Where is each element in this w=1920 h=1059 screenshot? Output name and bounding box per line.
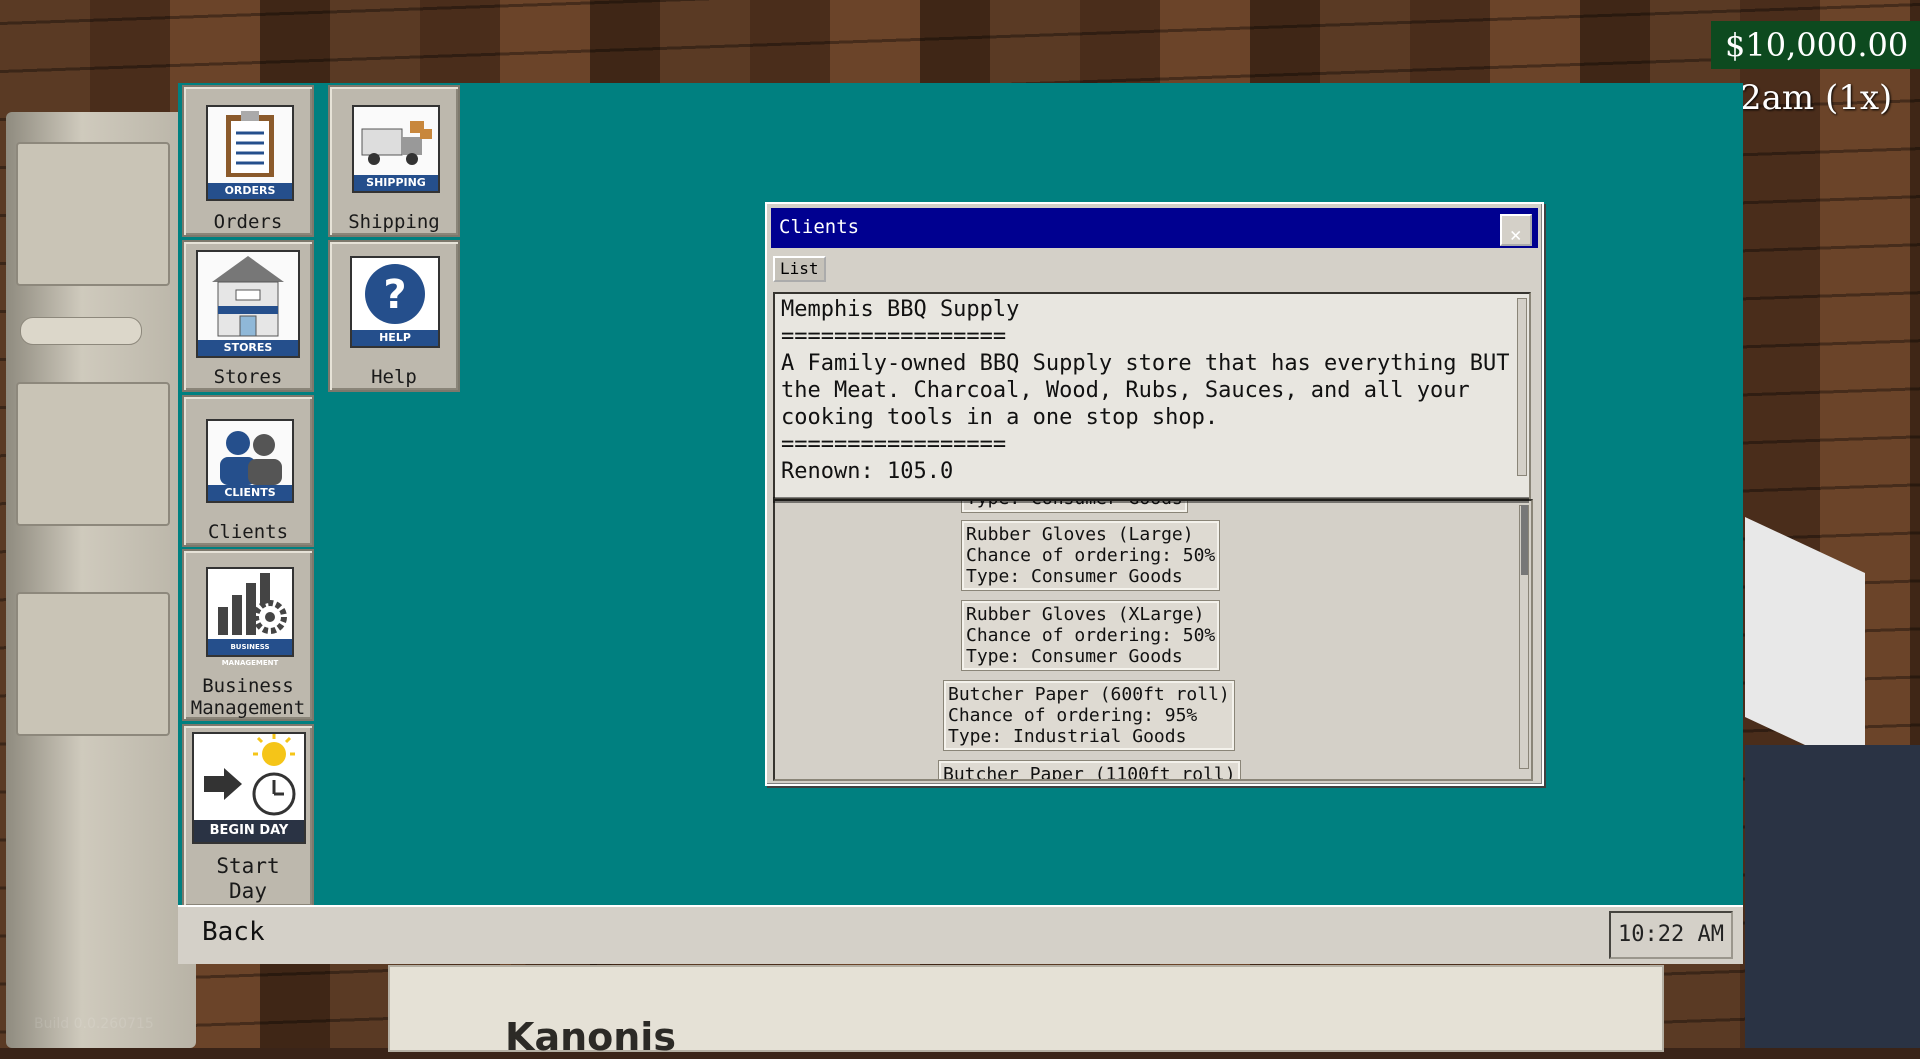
drive-bay — [16, 382, 170, 526]
drive-bay — [16, 142, 170, 286]
product-name: Butcher Paper (600ft roll) — [948, 684, 1230, 705]
list-item: Butcher Paper (1100ft roll) — [938, 760, 1241, 781]
product-chance: Chance of ordering: 50% — [966, 545, 1216, 566]
product-type: Type: Consumer Goods — [966, 646, 1183, 667]
shipping-label: Shipping — [348, 211, 440, 233]
client-description: Memphis BBQ Supply ================= A Fam… — [781, 296, 1511, 485]
stores-app-icon[interactable]: STORES Stores — [182, 240, 314, 392]
money-display: $10,000.00 — [1711, 21, 1920, 69]
clipboard-icon: ORDERS — [206, 105, 294, 201]
taskbar: Back 10:22 AM — [178, 905, 1743, 964]
clients-app-icon[interactable]: CLIENTS Clients — [182, 395, 314, 547]
list-item: Butcher Paper (600ft roll) Chance of orde… — [943, 680, 1235, 751]
window-title: Clients — [779, 216, 860, 238]
desk-edge — [1745, 745, 1920, 1048]
begin-day-icon: BEGIN DAY — [192, 732, 306, 844]
back-button[interactable]: Back — [202, 917, 265, 947]
product-name: Rubber Gloves (XLarge) — [966, 604, 1205, 625]
help-app-icon[interactable]: ? HELP Help — [328, 240, 460, 392]
product-type: Type: Consumer Goods — [966, 566, 1183, 587]
disk-slot — [20, 317, 142, 345]
client-name: Memphis BBQ Supply — [781, 297, 1020, 322]
product-name: Butcher Paper (1100ft roll) — [943, 764, 1236, 781]
time-speed-display[interactable]: 2am (1x) — [1740, 78, 1892, 118]
drive-bay — [16, 592, 170, 736]
start-day-app-icon[interactable]: BEGIN DAY Start Day — [182, 724, 314, 908]
client-summary: A Family-owned BBQ Supply store that has… — [781, 351, 1510, 430]
keyboard-brand: Kanonis — [505, 1015, 676, 1059]
clients-window: Clients ✕ List Memphis BBQ Supply =======… — [765, 202, 1544, 786]
people-icon: CLIENTS — [206, 419, 294, 503]
orders-app-icon[interactable]: ORDERS Orders — [182, 85, 314, 237]
stores-label: Stores — [213, 366, 283, 388]
business-management-label: Business Management — [190, 675, 306, 719]
orders-label: Orders — [213, 211, 283, 233]
truck-icon: SHIPPING — [352, 105, 440, 193]
product-chance: Chance of ordering: 50% — [966, 625, 1216, 646]
list-item: Rubber Gloves (Large) Chance of ordering:… — [960, 520, 1221, 591]
desktop: ORDERS Orders SHIPPING Shipping STORES S… — [178, 83, 1743, 908]
help-label: Help — [371, 366, 417, 388]
storefront-icon: STORES — [196, 250, 300, 358]
separator: ================= — [781, 324, 1007, 349]
pc-tower — [6, 112, 196, 1048]
chart-gear-icon: BUSINESS MANAGEMENT — [206, 567, 294, 667]
list-item: Rubber Gloves (XLarge) Chance of ordering… — [960, 600, 1221, 671]
client-description-panel: Memphis BBQ Supply ================= A Fam… — [773, 292, 1531, 500]
product-scrollbar-thumb[interactable] — [1521, 505, 1528, 575]
build-version: Build 0.0.260715 — [34, 1016, 154, 1032]
close-button[interactable]: ✕ — [1500, 214, 1532, 246]
description-scrollbar[interactable] — [1517, 298, 1527, 476]
business-management-app-icon[interactable]: BUSINESS MANAGEMENT Business Management — [182, 549, 314, 721]
clients-label: Clients — [207, 521, 289, 543]
panel-divider — [773, 497, 1529, 503]
window-titlebar[interactable]: Clients ✕ — [771, 208, 1538, 248]
svg-text:?: ? — [383, 272, 406, 318]
product-name: Rubber Gloves (Large) — [966, 524, 1194, 545]
separator: ================= — [781, 432, 1007, 457]
client-renown: Renown: 105.0 — [781, 459, 954, 484]
taskbar-clock: 10:22 AM — [1609, 911, 1733, 959]
help-icon: ? HELP — [350, 256, 440, 348]
product-list: Type: Consumer Goods Rubber Gloves (Larg… — [773, 499, 1533, 781]
close-icon: ✕ — [1510, 224, 1522, 246]
list-button[interactable]: List — [773, 256, 826, 282]
product-type: Type: Industrial Goods — [948, 726, 1187, 747]
product-chance: Chance of ordering: 95% — [948, 705, 1198, 726]
start-day-label: Start Day — [216, 854, 280, 903]
shipping-app-icon[interactable]: SHIPPING Shipping — [328, 85, 460, 237]
